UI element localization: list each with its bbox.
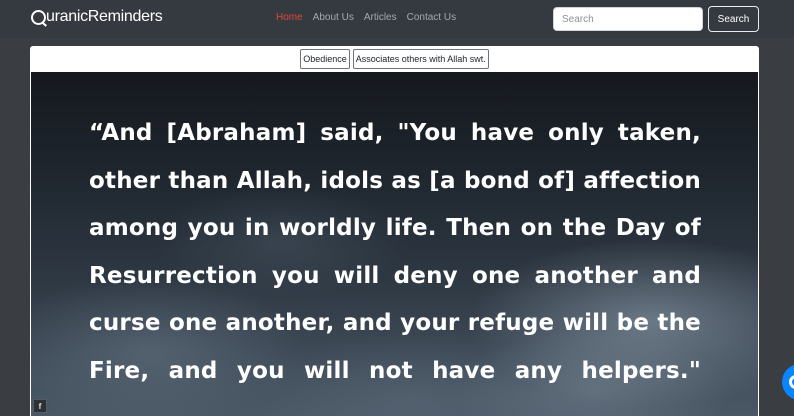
nav-links: Home About Us Articles Contact Us	[276, 12, 456, 23]
facebook-share-button[interactable]: f	[33, 399, 47, 413]
chat-widget-button[interactable]	[782, 364, 794, 400]
quote-image: “And [Abraham] said, "You have only take…	[31, 72, 758, 416]
search-button[interactable]: Search	[708, 6, 759, 32]
nav-contact-link[interactable]: Contact Us	[407, 12, 456, 23]
brand-name: uranicReminders	[46, 8, 163, 25]
nav-home-link[interactable]: Home	[276, 12, 303, 23]
search-input[interactable]	[553, 7, 703, 31]
tag-associates-others[interactable]: Associates others with Allah swt.	[352, 49, 489, 69]
nav-about-link[interactable]: About Us	[313, 12, 354, 23]
quote-text: “And [Abraham] said, "You have only take…	[89, 120, 701, 384]
quote-card: Obedience Associates others with Allah s…	[30, 46, 759, 416]
quran-logo-icon	[31, 9, 46, 25]
brand-logo[interactable]: uranicReminders	[31, 8, 163, 26]
chat-bubble-icon	[789, 375, 794, 389]
facebook-icon: f	[38, 401, 42, 411]
nav-articles-link[interactable]: Articles	[364, 12, 397, 23]
tag-list: Obedience Associates others with Allah s…	[30, 49, 759, 69]
top-navbar: uranicReminders Home About Us Articles C…	[0, 0, 794, 38]
tag-obedience[interactable]: Obedience	[300, 49, 350, 69]
